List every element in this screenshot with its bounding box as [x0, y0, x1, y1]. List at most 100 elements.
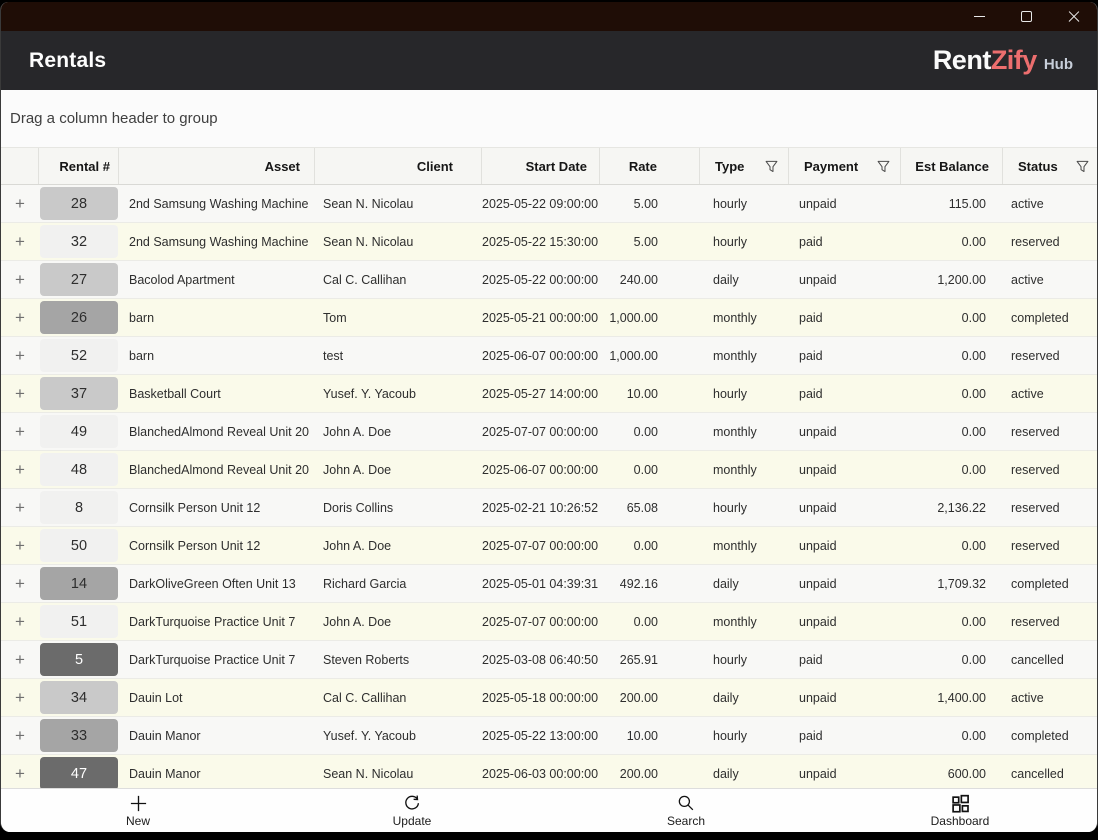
status-cell[interactable]: active	[1003, 273, 1097, 287]
type-cell[interactable]: daily	[700, 273, 789, 287]
table-row[interactable]: +27Bacolod ApartmentCal C. Callihan2025-…	[1, 261, 1097, 299]
est-balance-cell[interactable]: 0.00	[901, 463, 1003, 477]
start-date-cell[interactable]: 2025-06-07 00:00:00	[482, 463, 600, 477]
table-row[interactable]: +34Dauin LotCal C. Callihan2025-05-18 00…	[1, 679, 1097, 717]
row-expander[interactable]: +	[1, 270, 39, 290]
table-row[interactable]: +322nd Samsung Washing MachineSean N. Ni…	[1, 223, 1097, 261]
rental-number-cell[interactable]: 34	[39, 681, 119, 714]
payment-cell[interactable]: paid	[789, 311, 901, 325]
start-date-cell[interactable]: 2025-05-22 09:00:00	[482, 197, 600, 211]
group-by-panel[interactable]: Drag a column header to group	[1, 90, 1097, 147]
dashboard-button[interactable]: Dashboard	[823, 789, 1097, 832]
est-balance-cell[interactable]: 1,709.32	[901, 577, 1003, 591]
maximize-button[interactable]	[1003, 2, 1050, 31]
status-cell[interactable]: reserved	[1003, 539, 1097, 553]
table-row[interactable]: +26barnTom2025-05-21 00:00:001,000.00mon…	[1, 299, 1097, 337]
rental-number-cell[interactable]: 14	[39, 567, 119, 600]
column-header-type[interactable]: Type	[700, 148, 789, 184]
asset-cell[interactable]: Basketball Court	[119, 387, 315, 401]
asset-cell[interactable]: barn	[119, 311, 315, 325]
est-balance-cell[interactable]: 0.00	[901, 425, 1003, 439]
row-expander[interactable]: +	[1, 726, 39, 746]
rate-cell[interactable]: 1,000.00	[600, 349, 700, 363]
client-cell[interactable]: John A. Doe	[315, 463, 482, 477]
column-header-client[interactable]: Client	[315, 148, 482, 184]
rental-number-cell[interactable]: 47	[39, 757, 119, 788]
payment-cell[interactable]: unpaid	[789, 577, 901, 591]
row-expander[interactable]: +	[1, 308, 39, 328]
status-cell[interactable]: reserved	[1003, 349, 1097, 363]
type-cell[interactable]: hourly	[700, 729, 789, 743]
est-balance-cell[interactable]: 0.00	[901, 311, 1003, 325]
client-cell[interactable]: John A. Doe	[315, 615, 482, 629]
rental-number-cell[interactable]: 51	[39, 605, 119, 638]
client-cell[interactable]: Yusef. Y. Yacoub	[315, 387, 482, 401]
rate-cell[interactable]: 492.16	[600, 577, 700, 591]
rate-cell[interactable]: 0.00	[600, 463, 700, 477]
est-balance-cell[interactable]: 0.00	[901, 653, 1003, 667]
client-cell[interactable]: Sean N. Nicolau	[315, 235, 482, 249]
rate-cell[interactable]: 200.00	[600, 767, 700, 781]
table-row[interactable]: +48BlanchedAlmond Reveal Unit 20John A. …	[1, 451, 1097, 489]
payment-cell[interactable]: unpaid	[789, 615, 901, 629]
column-header-asset[interactable]: Asset	[119, 148, 315, 184]
row-expander[interactable]: +	[1, 194, 39, 214]
asset-cell[interactable]: Dauin Lot	[119, 691, 315, 705]
est-balance-cell[interactable]: 0.00	[901, 387, 1003, 401]
start-date-cell[interactable]: 2025-05-22 13:00:00	[482, 729, 600, 743]
row-expander[interactable]: +	[1, 650, 39, 670]
status-cell[interactable]: reserved	[1003, 501, 1097, 515]
type-cell[interactable]: daily	[700, 767, 789, 781]
column-header-status[interactable]: Status	[1003, 148, 1097, 184]
client-cell[interactable]: Cal C. Callihan	[315, 273, 482, 287]
asset-cell[interactable]: Cornsilk Person Unit 12	[119, 539, 315, 553]
column-header-payment[interactable]: Payment	[789, 148, 901, 184]
start-date-cell[interactable]: 2025-07-07 00:00:00	[482, 425, 600, 439]
rate-cell[interactable]: 240.00	[600, 273, 700, 287]
rate-cell[interactable]: 0.00	[600, 539, 700, 553]
asset-cell[interactable]: 2nd Samsung Washing Machine	[119, 197, 315, 211]
payment-cell[interactable]: unpaid	[789, 463, 901, 477]
status-cell[interactable]: completed	[1003, 729, 1097, 743]
asset-cell[interactable]: BlanchedAlmond Reveal Unit 20	[119, 425, 315, 439]
new-button[interactable]: New	[1, 789, 275, 832]
client-cell[interactable]: test	[315, 349, 482, 363]
row-expander[interactable]: +	[1, 460, 39, 480]
type-cell[interactable]: hourly	[700, 501, 789, 515]
row-expander[interactable]: +	[1, 536, 39, 556]
rate-cell[interactable]: 10.00	[600, 387, 700, 401]
payment-cell[interactable]: unpaid	[789, 767, 901, 781]
start-date-cell[interactable]: 2025-05-22 00:00:00	[482, 273, 600, 287]
row-expander[interactable]: +	[1, 574, 39, 594]
payment-cell[interactable]: paid	[789, 349, 901, 363]
payment-cell[interactable]: paid	[789, 387, 901, 401]
type-cell[interactable]: daily	[700, 691, 789, 705]
close-button[interactable]	[1050, 2, 1097, 31]
status-cell[interactable]: cancelled	[1003, 653, 1097, 667]
client-cell[interactable]: Yusef. Y. Yacoub	[315, 729, 482, 743]
client-cell[interactable]: Sean N. Nicolau	[315, 767, 482, 781]
type-cell[interactable]: hourly	[700, 387, 789, 401]
filter-icon[interactable]	[877, 160, 890, 173]
rental-number-cell[interactable]: 27	[39, 263, 119, 296]
start-date-cell[interactable]: 2025-02-21 10:26:52	[482, 501, 600, 515]
payment-cell[interactable]: paid	[789, 729, 901, 743]
table-row[interactable]: +47Dauin ManorSean N. Nicolau2025-06-03 …	[1, 755, 1097, 788]
status-cell[interactable]: reserved	[1003, 463, 1097, 477]
row-expander[interactable]: +	[1, 498, 39, 518]
table-row[interactable]: +282nd Samsung Washing MachineSean N. Ni…	[1, 185, 1097, 223]
client-cell[interactable]: Steven Roberts	[315, 653, 482, 667]
status-cell[interactable]: active	[1003, 197, 1097, 211]
asset-cell[interactable]: barn	[119, 349, 315, 363]
status-cell[interactable]: active	[1003, 387, 1097, 401]
client-cell[interactable]: Richard Garcia	[315, 577, 482, 591]
est-balance-cell[interactable]: 0.00	[901, 539, 1003, 553]
table-row[interactable]: +37Basketball CourtYusef. Y. Yacoub2025-…	[1, 375, 1097, 413]
rental-number-cell[interactable]: 52	[39, 339, 119, 372]
type-cell[interactable]: daily	[700, 577, 789, 591]
client-cell[interactable]: Cal C. Callihan	[315, 691, 482, 705]
table-row[interactable]: +49BlanchedAlmond Reveal Unit 20John A. …	[1, 413, 1097, 451]
status-cell[interactable]: completed	[1003, 311, 1097, 325]
client-cell[interactable]: Doris Collins	[315, 501, 482, 515]
asset-cell[interactable]: Dauin Manor	[119, 729, 315, 743]
